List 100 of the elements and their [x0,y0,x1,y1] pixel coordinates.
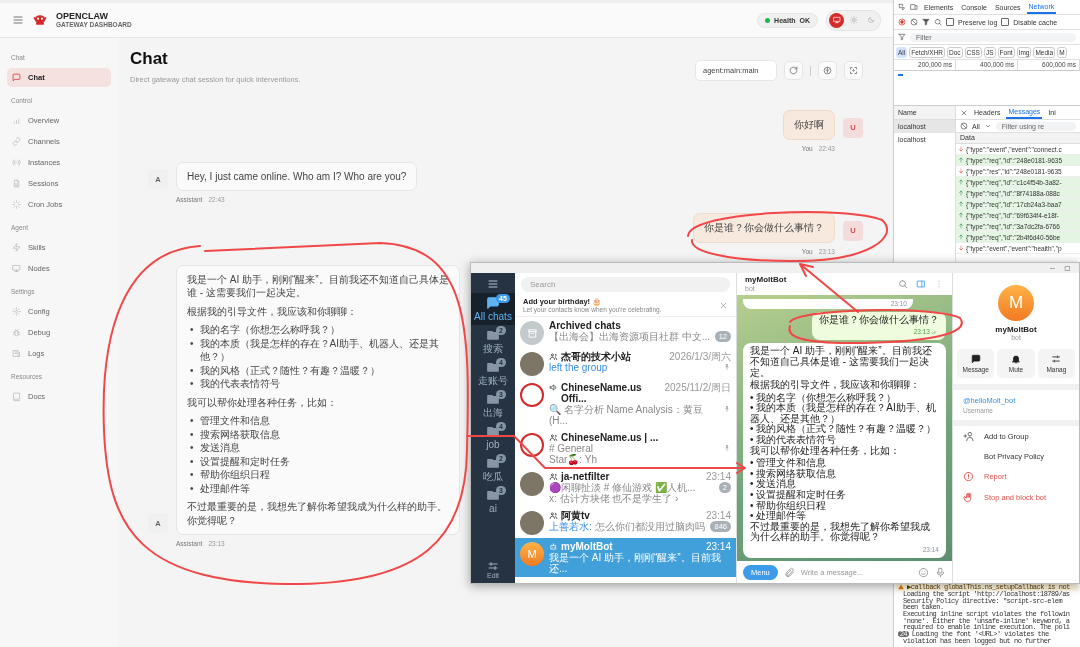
message-bubble: Hey, I just came online. Who am I? Who are you? [176,161,418,191]
bell-icon [1011,354,1021,364]
chat-date: 23:14 [705,541,731,552]
message-line: 根据我的引导文件，我应该和你聊聊： [750,380,921,391]
message-preview: left the group [549,362,609,373]
group-icon [549,472,558,481]
add-person-icon [963,431,974,442]
folder-icon [485,360,501,374]
theme-option[interactable] [829,12,844,28]
chat-row[interactable]: ChineseName.us | ... # General Star🍒: Yh [515,429,736,468]
message-bubble: 你是谁？你会做什么事情？ [693,213,835,243]
checkbox[interactable] [946,18,954,26]
monitor-icon [832,16,841,24]
brand-name: OPENCLAW [56,11,109,21]
list-item: 我的本质（我是怎样的存在？AI助手、机器人、还是其他？） [199,336,440,364]
chat-name: 杰哥的技术小站 [561,351,632,362]
refresh-button[interactable] [784,61,803,80]
bullet: • [190,427,194,441]
toggle-button[interactable] [818,61,837,80]
bug-icon [12,328,21,337]
message-preview: x: 估计方块佬 也不是学生了 › [549,493,679,504]
menu-button[interactable] [12,14,24,26]
list-item: 我的名字（你想怎么称呼我？） [199,323,340,337]
bot-icon [549,542,558,551]
menu-icon [12,14,24,26]
arrow-up-icon [958,234,964,240]
record-icon[interactable] [898,18,906,26]
message-paragraph: 不过最重要的是，我想先了解你希望我成为什么样的助手。你觉得呢？ [187,500,448,527]
annotation-arrow [799,263,859,313]
message-preview: 🔍 名字分析 Name Analysis：黄豆 (H... [549,404,704,426]
arrow-up-icon [958,157,964,163]
message-preview: 我是一个 AI 助手，刚刚“醒来”。目前我还... [549,552,722,574]
profile-name: myMoltBot [994,325,1038,334]
signal-icon [12,158,21,167]
arrow-down-icon [958,245,964,251]
logo-icon [32,12,48,28]
message-line: • 发送消息 [750,479,798,490]
lightning-icon [12,243,21,252]
chat-date: 2026/1/3/周六 [669,351,731,362]
close-icon [960,108,968,117]
sidebar-toggle-icon [916,279,926,289]
sliders-icon [1051,354,1062,364]
document-icon [12,349,21,358]
message-line: • 搜索网络获取信息 [750,468,838,480]
focus-button[interactable] [844,61,863,80]
search-icon [934,18,942,26]
group-icon [549,511,558,520]
message-line: 不过最重要的是，我想先了解你希望我成为什么样的助手。你觉得呢？ [750,521,931,543]
arrow-down-icon [958,168,964,174]
sliders-icon [487,560,499,572]
device-icon [910,3,918,11]
checkbox[interactable] [1001,18,1010,26]
sun-icon [849,16,858,24]
chat-name: 阿黄tv [561,510,591,521]
chat-icon [12,73,21,82]
loader-icon [12,200,21,209]
bullet: • [190,441,194,455]
message-paragraph: 根据我的引导文件，我应该和你聊聊： [187,304,358,318]
close-button[interactable] [719,300,728,310]
folder-icon [485,328,501,342]
focus-icon [849,66,858,75]
folder-icon [485,424,501,438]
arrow-up-icon [958,190,964,196]
book-icon [12,392,21,401]
folder-icon [485,488,501,502]
arrow-up-icon [958,212,964,218]
chat-name: ChineseName.us | ... [561,432,660,443]
list-item: 我的风格（正式？随性？有趣？温暖？） [199,363,380,377]
chat-row[interactable]: ChineseName.us Offi... 2025/11/2/周日 🔍 名字分析 Name Analysis：黄豆 (H... [515,379,736,429]
list-item: 设置提醒和定时任务 [199,454,290,468]
page-title: Chat [130,49,169,69]
seal-avatar [520,433,544,457]
list-item: 帮助你组织日程 [199,468,270,482]
menu-icon [487,278,499,290]
bullet: • [190,363,194,377]
list-item: 我的代表表情符号 [199,377,280,391]
chat-date: 2025/11/2/周日 [664,382,731,393]
message-paragraph: 我可以帮你处理各种任务，比如： [187,395,338,409]
message-line: 我可以帮你处理各种任务，比如： [750,445,901,457]
arrow-down-icon [958,146,964,152]
chat-row[interactable]: 杰哥的技术小站 2026/1/3/周六 left the group [515,348,736,379]
document-icon [12,179,21,188]
message-line: • 我的代表表情符号 [750,435,837,446]
warning-icon [898,584,904,591]
message-line: • 设置提醒和定时任务 [750,490,848,501]
refresh-icon [789,66,798,75]
avatar: M [998,285,1034,321]
filter-icon [922,18,930,26]
chat-bubbles-icon [485,296,501,310]
message-line: 你是谁？你会做什么事情？ [819,314,939,326]
message-preview: 🟣闲聊扯淡 # 修仙游戏 ✅人机... [549,482,697,493]
moon-icon [866,16,875,24]
arrow-up-icon [958,223,964,229]
message-line: • 管理文件和信息 [750,458,828,469]
link-icon [12,137,21,146]
maximize-icon [1064,264,1071,272]
bullet: • [190,336,194,351]
chat-date: 23:14 [705,471,731,482]
monitor-icon [12,264,21,273]
clear-icon [960,122,968,130]
